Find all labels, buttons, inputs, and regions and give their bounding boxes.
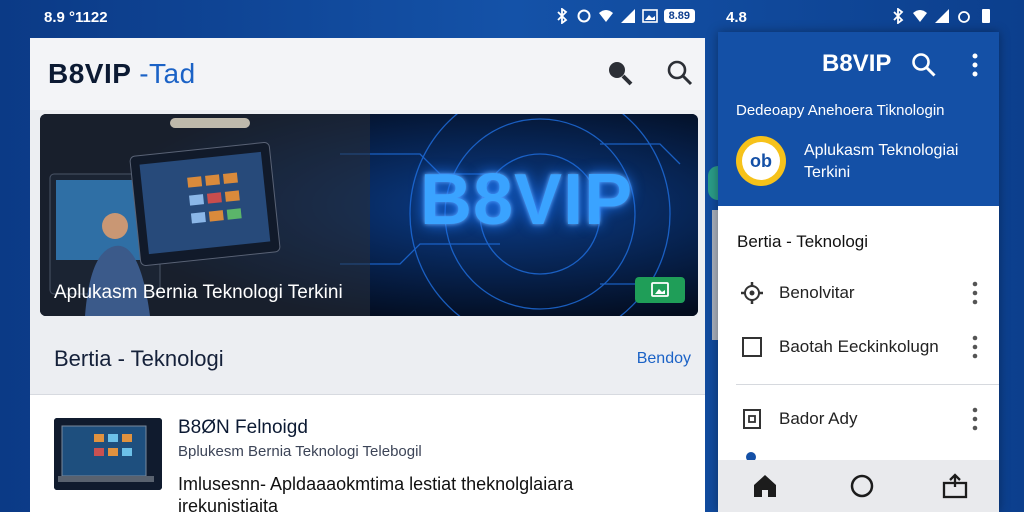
bottom-nav-bar	[718, 460, 999, 512]
drawer-item-label: Baotah Eeckinkolugn	[779, 337, 939, 356]
drawer-screen: B8VIP Dedeoapy Anehoera Tiknologin ob Ap…	[718, 32, 999, 512]
search-icon[interactable]	[605, 58, 635, 88]
app-title: B8VIP -Tad	[48, 58, 196, 90]
status-bar-left: 8.9 °1122 8.89	[0, 0, 715, 34]
main-screen: B8VIP -Tad B8VIP Aplukasm Bernia Teknolo…	[30, 38, 705, 512]
drawer-header: B8VIP Dedeoapy Anehoera Tiknologin ob Ap…	[718, 32, 999, 206]
drawer-subtitle: Dedeoapy Anehoera Tiknologin	[736, 102, 945, 119]
item-subtitle: Bplukesm Bernia Teknologi Telebogil	[178, 443, 422, 460]
more-vert-icon[interactable]	[968, 405, 982, 433]
app-logo-text: ob	[742, 142, 780, 180]
banner-caption: Aplukasm Bernia Teknologi Terkini	[54, 282, 343, 303]
status-time: 8.9 °1122	[44, 9, 108, 26]
more-vert-icon[interactable]	[961, 50, 989, 80]
app-title-accent: -Tad	[139, 58, 196, 89]
status-time: 4.8	[726, 9, 747, 26]
app-header: B8VIP -Tad	[30, 38, 705, 110]
image-icon	[641, 9, 658, 23]
more-vert-icon[interactable]	[968, 333, 982, 361]
drawer-item-label: Benolvitar	[779, 283, 855, 302]
wifi-icon	[913, 10, 927, 22]
section-title: Bertia - Teknologi	[54, 346, 224, 371]
signal-icon	[935, 9, 949, 23]
drawer-title: B8VIP	[822, 50, 892, 77]
circle-home-icon[interactable]	[847, 471, 877, 501]
home-icon[interactable]	[750, 471, 780, 501]
drawer-divider	[736, 384, 999, 385]
more-vert-icon[interactable]	[968, 279, 982, 307]
item-description: Imlusesnn- Apldaaaokmtima lestiat thekno…	[178, 474, 574, 512]
drawer-item-checkbox[interactable]: Baotah Eeckinkolugn	[718, 319, 999, 375]
document-icon	[743, 409, 761, 429]
bluetooth-icon	[556, 8, 567, 24]
wifi-icon	[598, 10, 613, 22]
search-icon[interactable]	[910, 50, 938, 80]
sync-icon	[577, 9, 591, 23]
laptop-thumbnail-image	[54, 418, 162, 490]
drawer-edge-handle[interactable]	[708, 166, 718, 200]
list-item[interactable]: B8ØN Felnoigd Bplukesm Bernia Teknologi …	[30, 395, 705, 512]
search-outline-icon[interactable]	[665, 58, 695, 88]
section-see-more-link[interactable]: Bendoy	[637, 350, 691, 368]
drawer-app-name: Aplukasm Teknologiai Terkini	[804, 142, 959, 181]
alarm-icon	[958, 11, 970, 23]
battery-indicator: 8.89	[663, 9, 695, 23]
battery-icon	[982, 9, 990, 23]
banner-brand-text: B8VIP	[420, 160, 634, 240]
hero-banner[interactable]: B8VIP Aplukasm Bernia Teknologi Terkini	[40, 114, 698, 316]
checkbox-icon[interactable]	[740, 335, 764, 359]
gear-icon	[741, 282, 763, 304]
item-thumbnail	[54, 418, 162, 490]
status-icons: 8.89	[554, 8, 695, 24]
app-title-brand: B8VIP	[48, 58, 131, 89]
image-icon	[651, 282, 669, 297]
drawer-section-title: Bertia - Teknologi	[737, 232, 869, 251]
drawer-item-label: Bador Ady	[779, 409, 858, 428]
drawer-item-settings[interactable]: Benolvitar	[718, 265, 999, 321]
drawer-item-document[interactable]: Bador Ady	[718, 391, 999, 447]
item-title: B8ØN Felnoigd	[178, 417, 308, 438]
banner-badge-button[interactable]	[635, 277, 685, 303]
section-header: Bertia - Teknologi Bendoy	[30, 324, 705, 395]
bluetooth-icon	[893, 8, 904, 24]
app-logo: ob	[736, 136, 786, 186]
status-icons	[890, 8, 994, 24]
share-icon[interactable]	[940, 471, 970, 501]
signal-icon	[620, 9, 635, 23]
status-bar-right: 4.8	[718, 0, 1024, 34]
